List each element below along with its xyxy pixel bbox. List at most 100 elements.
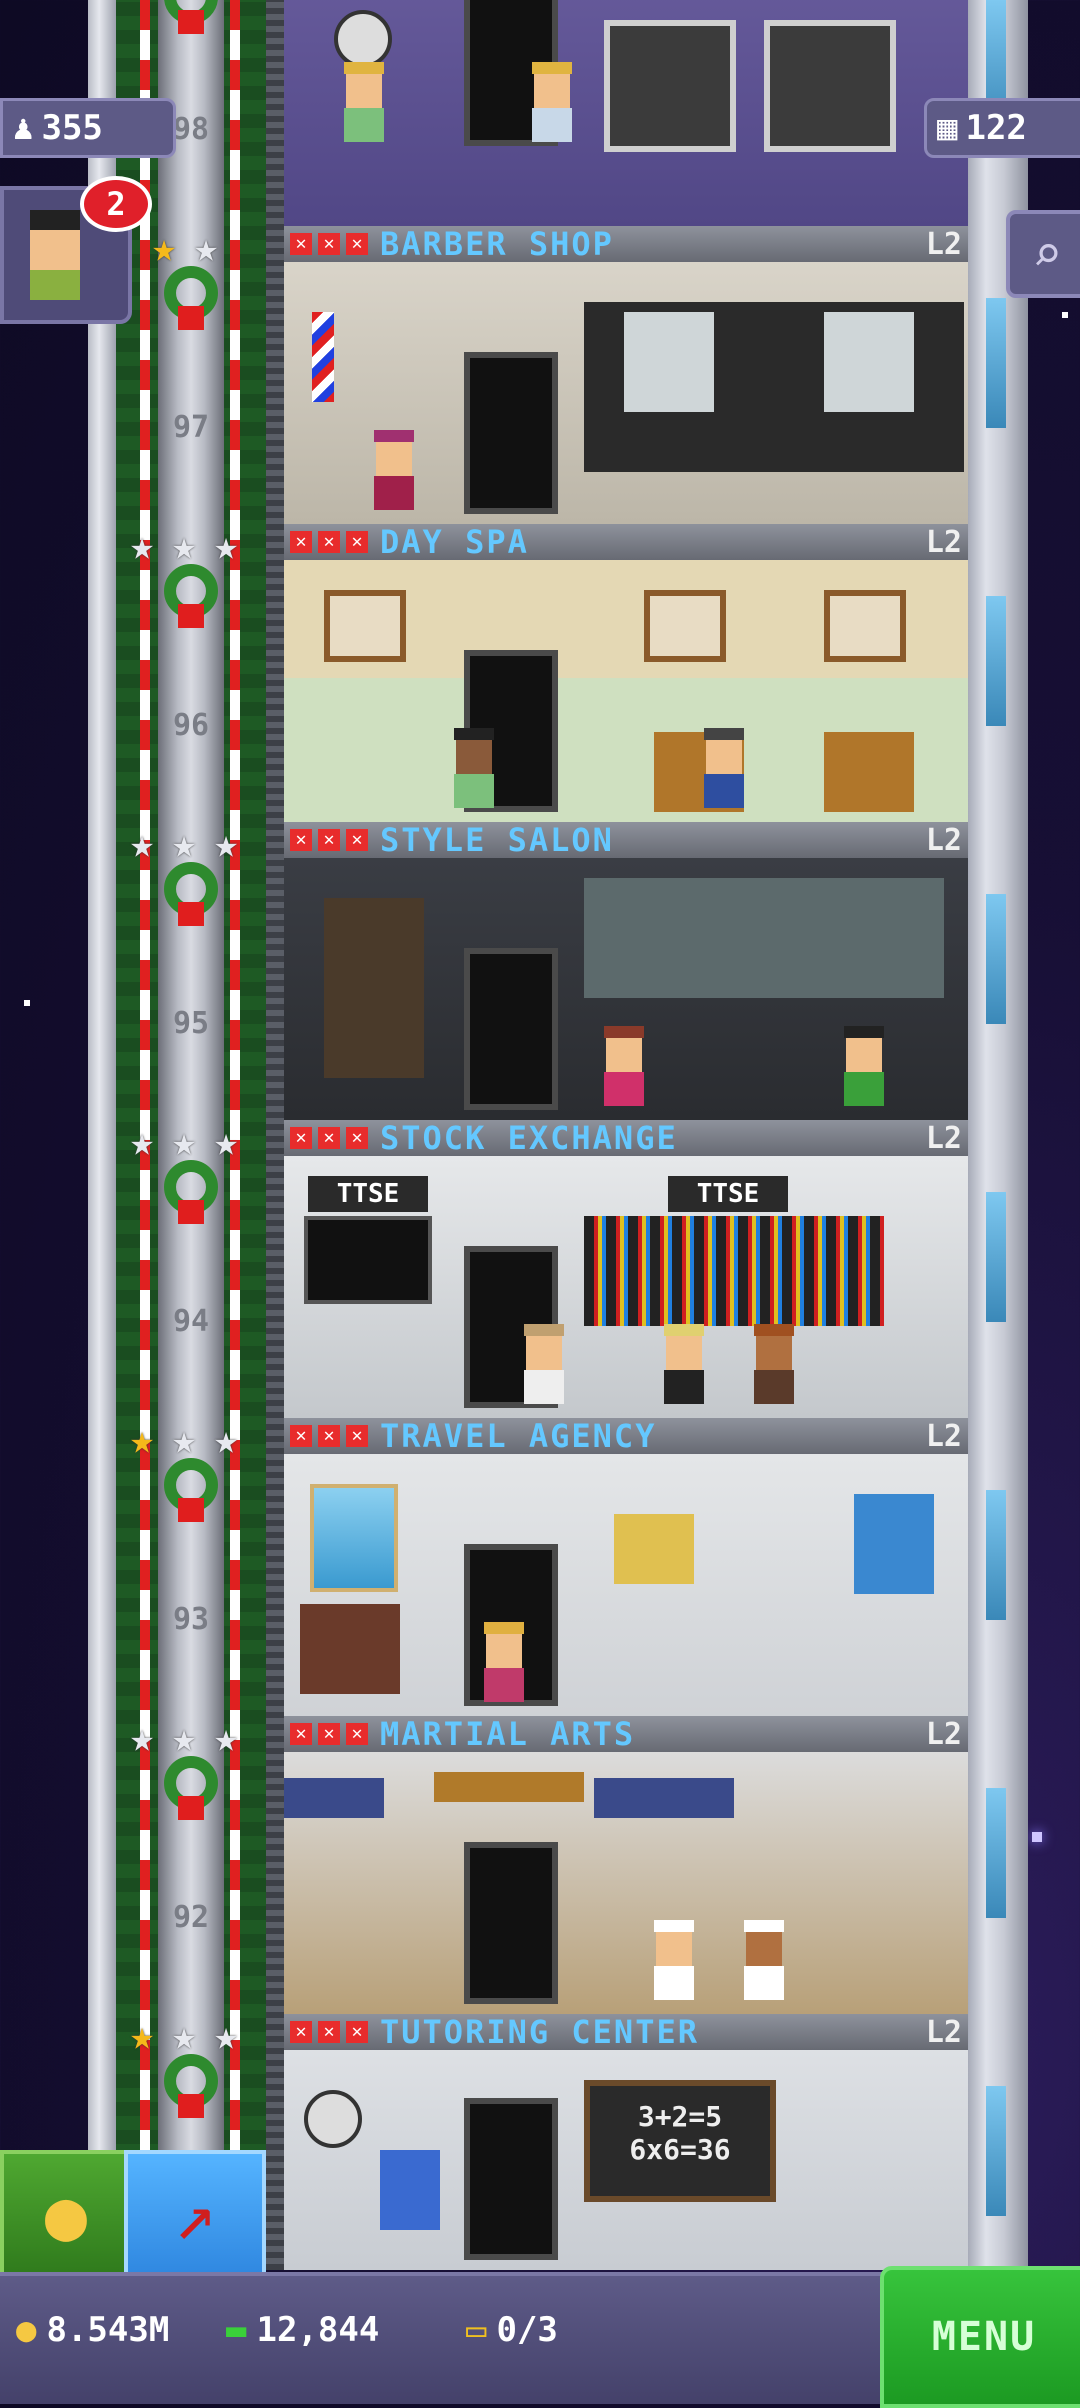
- unstocked-icon: ✕: [346, 2021, 368, 2043]
- wall-picture: [824, 590, 906, 662]
- bitizen[interactable]: [524, 1324, 564, 1404]
- bitizen[interactable]: [484, 1622, 524, 1702]
- star: [1062, 312, 1068, 318]
- floor-name: STOCK EXCHANGE: [380, 1119, 678, 1157]
- wreath-decoration: [158, 564, 224, 634]
- coin-icon: ●: [16, 2310, 37, 2350]
- wreath-decoration: [158, 1160, 224, 1230]
- wall-picture: [324, 590, 406, 662]
- travel-poster: [614, 1514, 694, 1584]
- mirror: [824, 312, 914, 412]
- barber-pole-icon: [312, 312, 334, 402]
- population-counter[interactable]: ♟ 355: [0, 98, 176, 158]
- stock-chart-screen: [304, 1216, 432, 1304]
- unstocked-icon: ✕: [346, 1723, 368, 1745]
- floor-count-value: 122: [965, 108, 1027, 148]
- floor-label-bar: ✕ ✕ ✕ STOCK EXCHANGE L2: [284, 1119, 968, 1157]
- search-icon: ⌕: [1031, 225, 1063, 283]
- wreath-decoration: [158, 1756, 224, 1826]
- unstocked-icon: ✕: [290, 2021, 312, 2043]
- floor-barber-shop[interactable]: ✕ ✕ ✕ BARBER SHOP L2: [284, 225, 968, 524]
- unstocked-icon: ✕: [318, 1127, 340, 1149]
- dojo-banner: [284, 1778, 384, 1818]
- floor-tutoring-center[interactable]: ✕ ✕ ✕ TUTORING CENTER L2 3+2=5 6x6=36: [284, 2013, 968, 2270]
- floor-label-bar: ✕ ✕ ✕ MARTIAL ARTS L2: [284, 1715, 968, 1753]
- search-button[interactable]: ⌕: [1006, 210, 1080, 298]
- floor-style-salon[interactable]: ✕ ✕ ✕ STYLE SALON L2: [284, 821, 968, 1120]
- floor-name: TRAVEL AGENCY: [380, 1417, 657, 1455]
- bitizen[interactable]: [664, 1324, 704, 1404]
- brochure-shelf: [300, 1604, 400, 1694]
- build-button[interactable]: ↗: [124, 2150, 266, 2280]
- bitizen[interactable]: [754, 1324, 794, 1404]
- bitizen[interactable]: [654, 1920, 694, 2000]
- elevator-floor-number: 97: [172, 410, 210, 445]
- floor-label-bar: ✕ ✕ ✕ STYLE SALON L2: [284, 821, 968, 859]
- floor-star-rating: ★ ★ ★: [129, 523, 239, 569]
- floor-level: L2: [925, 2014, 962, 2050]
- coins-value: 8.543M: [46, 2310, 170, 2350]
- bitizen[interactable]: [744, 1920, 784, 2000]
- floor-label-bar: ✕ ✕ ✕ TRAVEL AGENCY L2: [284, 1417, 968, 1455]
- wall-window: [986, 1192, 1006, 1322]
- bitizen[interactable]: [344, 62, 384, 142]
- bitizen[interactable]: [454, 728, 494, 808]
- coins-button[interactable]: ●: [0, 2150, 132, 2280]
- bitizen[interactable]: [844, 1026, 884, 1106]
- wall-window: [986, 894, 1006, 1024]
- unstocked-icon: ✕: [318, 829, 340, 851]
- spa-chair: [824, 732, 914, 812]
- floor-stock-exchange[interactable]: ✕ ✕ ✕ STOCK EXCHANGE L2 TTSE TTSE: [284, 1119, 968, 1418]
- floor-name: STYLE SALON: [380, 821, 614, 859]
- visitor-avatar-body: [30, 270, 80, 300]
- tower: 98 97 96 95 94 93 92 ★ ★ ★ ★ ★ ★ ★ ★ ★ ★ ★ ★ ★ ★ …: [88, 0, 1028, 2270]
- floor-star-rating: ★ ★ ★: [129, 821, 239, 867]
- floor-level: L2: [925, 1418, 962, 1454]
- wall-window: [986, 596, 1006, 726]
- floor-star-rating: ★ ★ ★: [129, 2013, 239, 2059]
- window: [764, 20, 896, 152]
- bitizen[interactable]: [374, 430, 414, 510]
- bitizen[interactable]: [532, 62, 572, 142]
- stock-ticker-board: [584, 1216, 884, 1326]
- wreath-decoration: [158, 2054, 224, 2124]
- floor-day-spa[interactable]: ✕ ✕ ✕ DAY SPA L2: [284, 523, 968, 822]
- floor-star-rating: ★ ★: [151, 225, 219, 271]
- bux-stat[interactable]: ▬ 12,844: [226, 2310, 379, 2350]
- unstocked-icon: ✕: [290, 1723, 312, 1745]
- floor-martial-arts[interactable]: ✕ ✕ ✕ MARTIAL ARTS L2: [284, 1715, 968, 2014]
- floor-fitness-partial[interactable]: [284, 0, 968, 226]
- bitizen[interactable]: [704, 728, 744, 808]
- tickets-stat[interactable]: ▭ 0/3: [466, 2310, 558, 2350]
- floor-door: [464, 2098, 558, 2260]
- unstocked-icon: ✕: [290, 1425, 312, 1447]
- mirror: [624, 312, 714, 412]
- floor-level: L2: [925, 1716, 962, 1752]
- unstocked-icon: ✕: [318, 1425, 340, 1447]
- bitizen[interactable]: [604, 1026, 644, 1106]
- tickets-value: 0/3: [496, 2310, 558, 2350]
- wreath-decoration: [158, 862, 224, 932]
- population-icon: ♟: [13, 108, 34, 148]
- floor-counter[interactable]: ▦ 122: [924, 98, 1080, 158]
- population-value: 355: [41, 108, 103, 148]
- apple-poster: [380, 2150, 440, 2230]
- unstocked-icon: ✕: [346, 1425, 368, 1447]
- floor-label-bar: ✕ ✕ ✕ BARBER SHOP L2: [284, 225, 968, 263]
- menu-button[interactable]: MENU: [880, 2266, 1080, 2408]
- build-arrow-icon: ↗: [173, 2174, 217, 2256]
- unstocked-icon: ✕: [318, 233, 340, 255]
- unstocked-icon: ✕: [318, 2021, 340, 2043]
- wreath-decoration: [158, 0, 224, 40]
- dojo-banner: [594, 1778, 734, 1818]
- wall-window: [986, 1490, 1006, 1620]
- unstocked-icon: ✕: [290, 531, 312, 553]
- wall-window: [986, 1788, 1006, 1918]
- floor-star-rating: ★ ★ ★: [129, 1417, 239, 1463]
- floor-travel-agency[interactable]: ✕ ✕ ✕ TRAVEL AGENCY L2: [284, 1417, 968, 1716]
- wall-window: [986, 298, 1006, 428]
- coins-stat[interactable]: ● 8.543M: [16, 2310, 169, 2350]
- floor-level: L2: [925, 226, 962, 262]
- elevator-floor-number: 95: [172, 1006, 210, 1041]
- floor-label-bar: ✕ ✕ ✕ TUTORING CENTER L2: [284, 2013, 968, 2051]
